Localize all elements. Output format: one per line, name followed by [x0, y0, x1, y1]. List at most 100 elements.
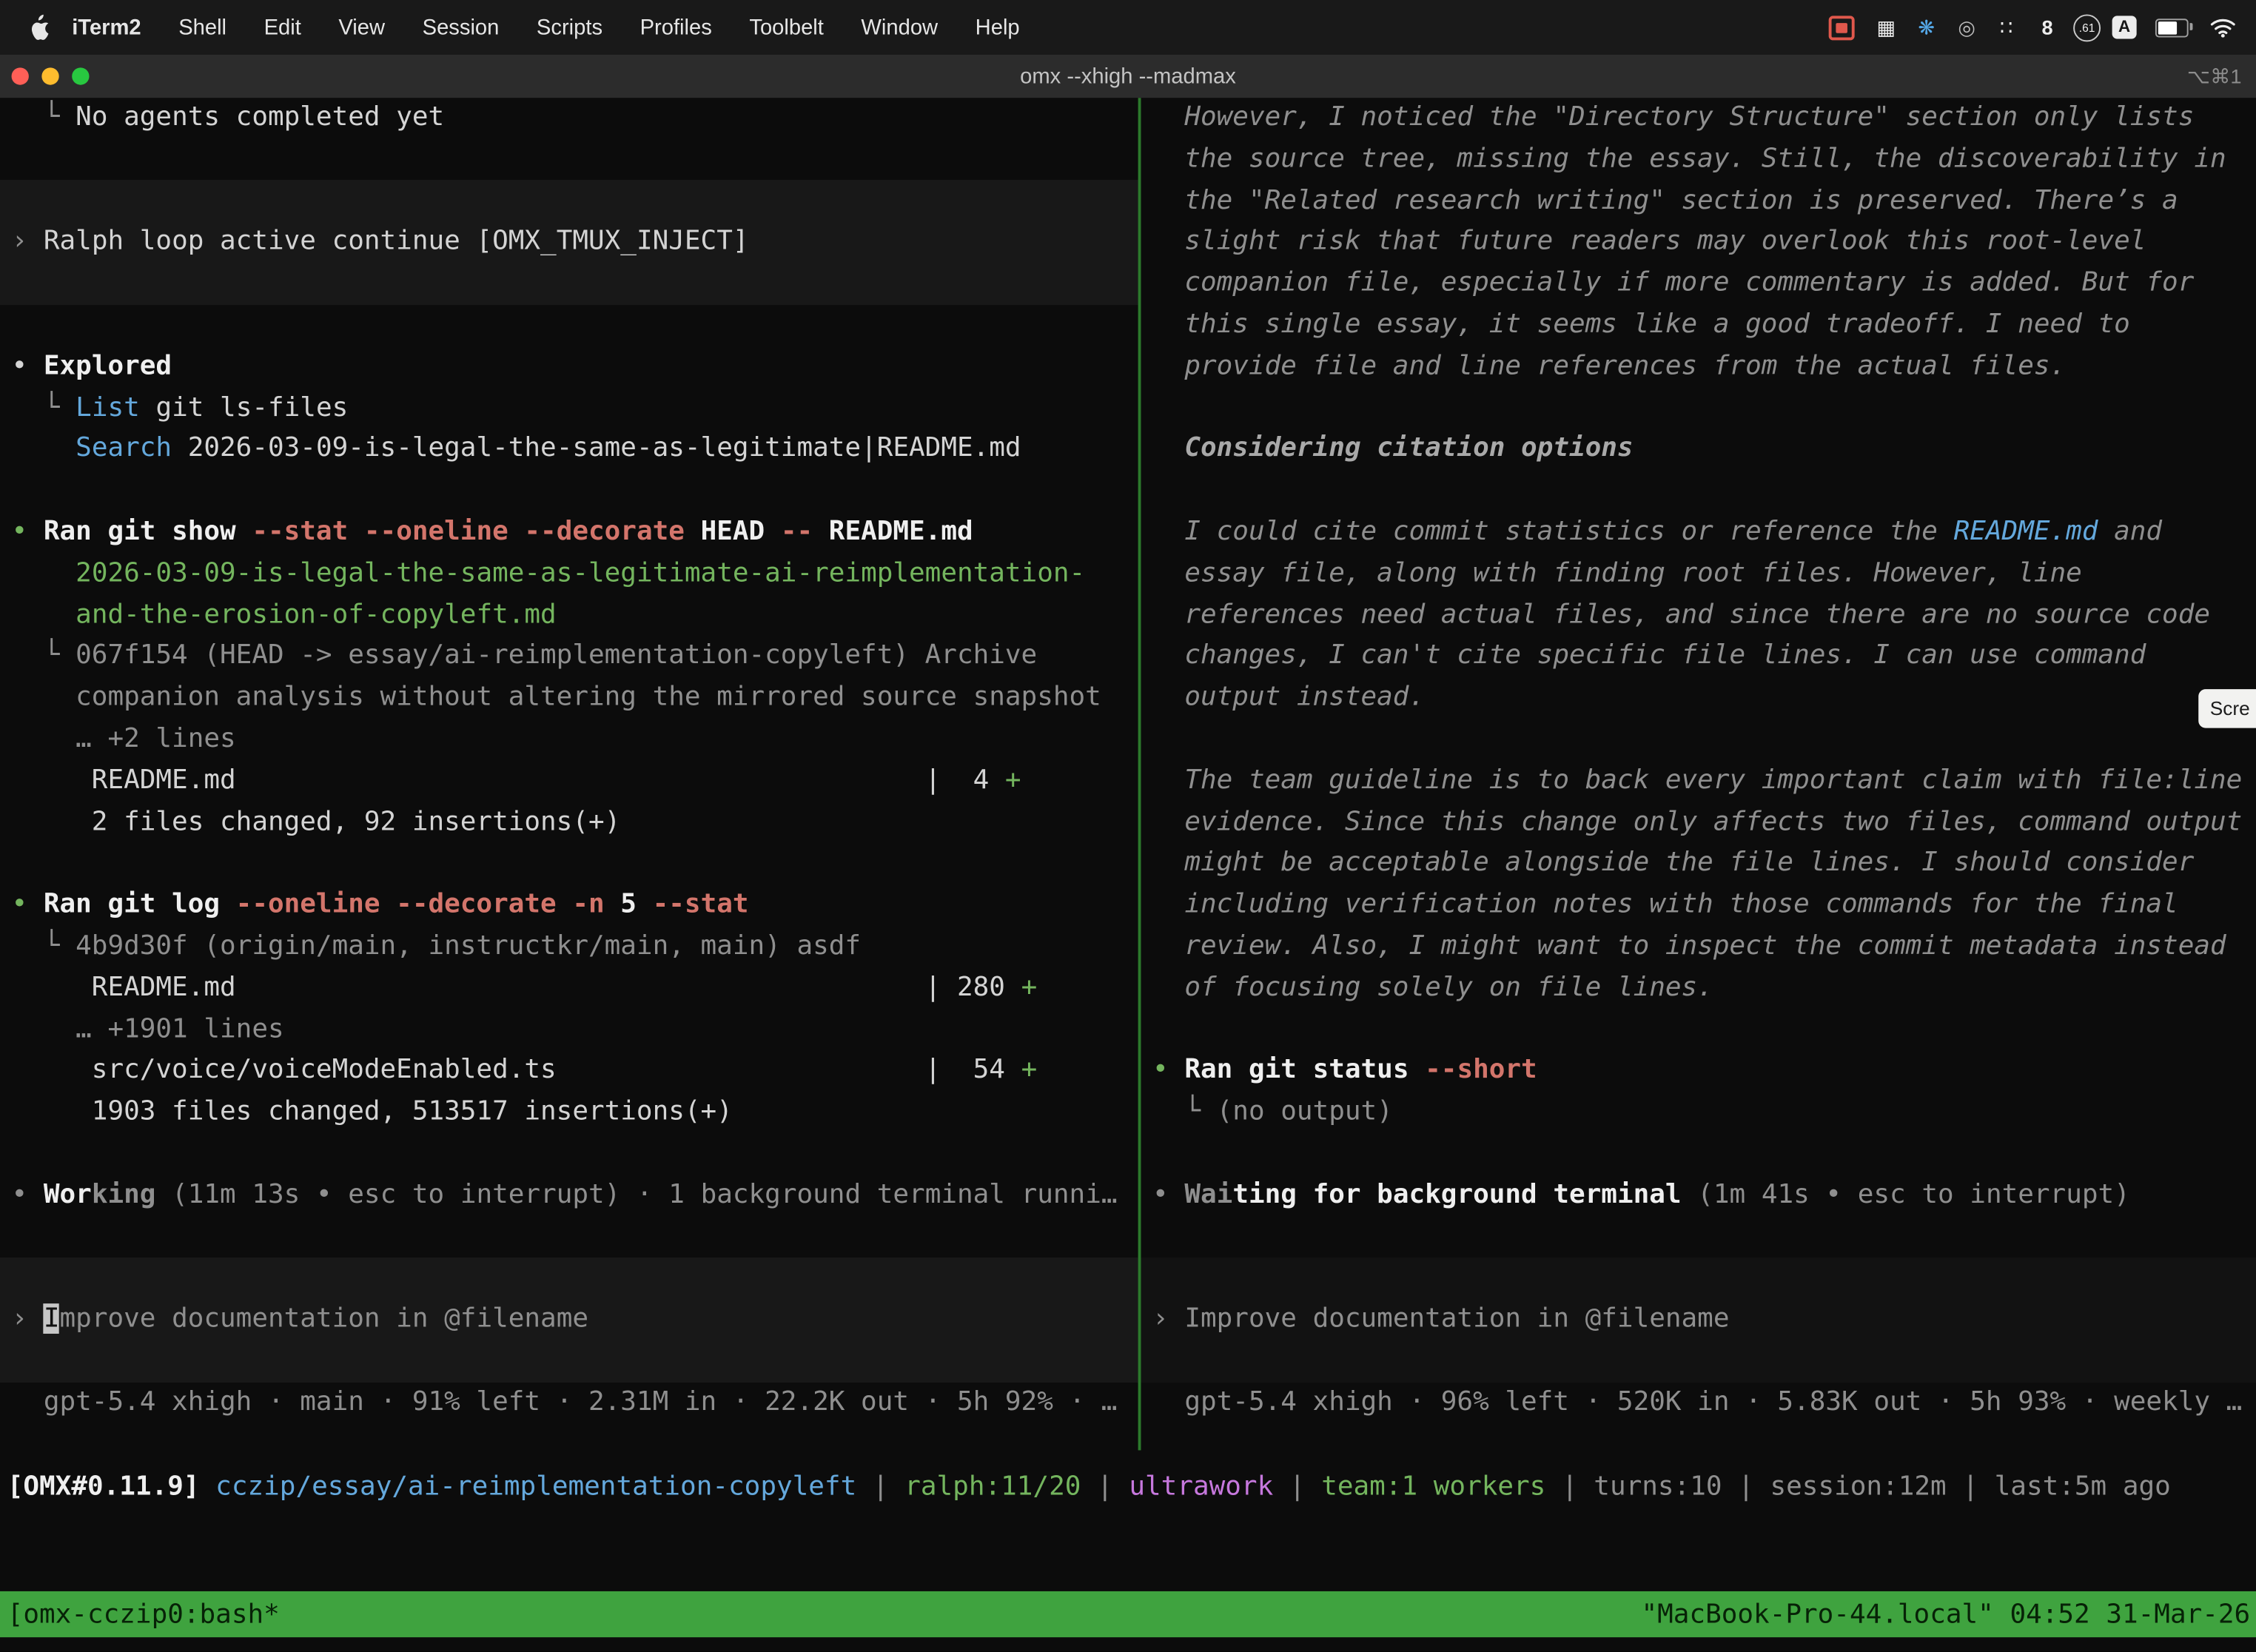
text-segment: Explored: [44, 351, 172, 381]
terminal-line: • Ran git status --short: [1152, 1051, 2256, 1092]
keyboard-layout-icon[interactable]: 8: [2033, 13, 2062, 41]
text-segment: •: [1152, 1179, 1184, 1209]
text-segment: Considering citation options: [1152, 434, 1634, 464]
text-segment: └ 067f154 (HEAD -> essay/ai-reimplementa…: [12, 641, 1038, 671]
app-blue-icon[interactable]: ❋: [1912, 13, 1941, 41]
terminal-line: However, I noticed the "Directory Struct…: [1152, 98, 2256, 139]
text-segment: 2 files changed, 92 insertions(+): [12, 807, 621, 837]
text-segment: The team guideline is to back every impo…: [1152, 765, 2242, 796]
pane-divider[interactable]: [1138, 98, 1141, 1450]
text-segment: ralph:11/20: [904, 1472, 1081, 1502]
text-segment: •: [12, 890, 44, 920]
text-segment: HEAD: [685, 517, 781, 547]
terminal-line: Search 2026-03-09-is-legal-the-same-as-l…: [12, 429, 1138, 471]
menu-item-toolbelt[interactable]: Toolbelt: [731, 15, 842, 39]
terminal-line: this single essay, it seems like a good …: [1152, 305, 2256, 346]
terminal-line: └ List git ls-files: [12, 388, 1138, 429]
text-segment: (1m 41s • esc to interrupt): [1682, 1179, 2130, 1209]
menu-item-iterm2[interactable]: iTerm2: [53, 15, 160, 39]
menu-item-scripts[interactable]: Scripts: [518, 15, 622, 39]
text-segment: └ (no output): [1152, 1096, 1393, 1126]
apple-icon[interactable]: [29, 14, 50, 40]
stat-circle-icon[interactable]: .61: [2073, 13, 2101, 41]
terminal-line: changes, I can't cite specific file line…: [1152, 637, 2256, 678]
text-segment: Ran git show: [44, 517, 252, 547]
terminal-line: [1152, 471, 2256, 512]
menu-item-session[interactable]: Session: [403, 15, 517, 39]
text-segment: 1903 files changed, 513517 insertions(+): [12, 1096, 733, 1126]
menu-item-edit[interactable]: Edit: [245, 15, 320, 39]
text-segment: Wor: [44, 1179, 92, 1209]
input-source-icon[interactable]: A: [2112, 16, 2137, 38]
menu-item-help[interactable]: Help: [956, 15, 1038, 39]
terminal-line: [12, 181, 1138, 222]
pane-right-lines[interactable]: However, I noticed the "Directory Struct…: [1141, 98, 2256, 1423]
text-segment: companion file, especially if more comme…: [1152, 268, 2194, 298]
text-segment: Improve documentation in @filename: [1184, 1303, 1729, 1334]
terminal-line: src/voice/voiceModeEnabled.ts | 54 +: [12, 1051, 1138, 1092]
terminal-line: [12, 471, 1138, 512]
menu-items: iTerm2ShellEditViewSessionScriptsProfile…: [50, 15, 1038, 39]
terminal-line: README.md | 4 +: [12, 761, 1138, 802]
text-segment: 2026-03-09-is-legal-the-same-as-legitima…: [172, 434, 1021, 464]
text-segment: review. Also, I might want to inspect th…: [1152, 931, 2226, 961]
text-segment: --stat --oneline --decorate: [252, 517, 685, 547]
text-segment: ›: [12, 1303, 44, 1334]
text-segment: Ralph loop active continue [OMX_TMUX_INJ…: [44, 226, 749, 257]
menu-item-window[interactable]: Window: [842, 15, 956, 39]
terminal-line: references need actual files, and since …: [1152, 595, 2256, 637]
menu-item-profiles[interactable]: Profiles: [621, 15, 731, 39]
terminal-line: gpt-5.4 xhigh · main · 91% left · 2.31M …: [12, 1382, 1138, 1423]
terminal-line: companion analysis without altering the …: [12, 678, 1138, 719]
text-segment: +: [1021, 1055, 1038, 1086]
terminal-line: [1152, 1134, 2256, 1175]
text-segment: |: [1081, 1472, 1129, 1502]
text-segment: No agents completed yet: [75, 102, 444, 132]
menu-item-view[interactable]: View: [320, 15, 403, 39]
text-segment: ultrawork: [1129, 1472, 1273, 1502]
text-segment: •: [12, 517, 44, 547]
text-segment: src/voice/voiceModeEnabled.ts | 54: [12, 1055, 1021, 1086]
screen: iTerm2ShellEditViewSessionScriptsProfile…: [0, 0, 2256, 1652]
text-segment: README.md | 4: [12, 765, 1005, 796]
text-segment: --oneline --decorate -n: [236, 890, 621, 920]
terminal-line: and-the-erosion-of-copyleft.md: [12, 595, 1138, 637]
pane-left-lines[interactable]: └ No agents completed yet› Ralph loop ac…: [0, 98, 1138, 1423]
app-dark-icon[interactable]: ◎: [1953, 13, 1981, 41]
terminal-line: 2026-03-09-is-legal-the-same-as-legitima…: [12, 554, 1138, 595]
text-segment: --stat: [653, 890, 749, 920]
text-segment: |: [856, 1472, 904, 1502]
terminal-line: └ 067f154 (HEAD -> essay/ai-reimplementa…: [12, 637, 1138, 678]
terminal-line: • Explored: [12, 346, 1138, 388]
text-segment: companion analysis without altering the …: [12, 682, 1101, 713]
menu-item-shell[interactable]: Shell: [160, 15, 245, 39]
tmux-session-label: [omx-cczip0:bash*: [0, 1599, 280, 1630]
text-segment: |: [1947, 1472, 1995, 1502]
text-segment: … +2 lines: [12, 724, 236, 754]
text-segment: •: [1152, 1055, 1184, 1086]
text-segment: I: [44, 1303, 60, 1334]
terminal-line: companion file, especially if more comme…: [1152, 263, 2256, 305]
screen-recording-icon[interactable]: [1829, 15, 1855, 39]
terminal-line: gpt-5.4 xhigh · 96% left · 520K in · 5.8…: [1152, 1382, 2256, 1423]
battery-icon[interactable]: [2155, 18, 2189, 36]
terminal-line: might be acceptable alongside the file l…: [1152, 844, 2256, 885]
window-manager-icon[interactable]: ▦: [1872, 13, 1901, 41]
text-segment: session:12m: [1770, 1472, 1946, 1502]
text-segment: +: [1021, 973, 1038, 1003]
menu-bar: iTerm2ShellEditViewSessionScriptsProfile…: [0, 0, 2256, 55]
text-segment: and: [2098, 517, 2162, 547]
text-segment: git ls-files: [140, 392, 348, 423]
terminal-line: › Improve documentation in @filename: [1152, 1300, 2256, 1341]
dots-grid-icon[interactable]: ∷: [1993, 13, 2021, 41]
wifi-icon[interactable]: [2207, 13, 2239, 41]
text-segment: README.md | 280: [12, 973, 1021, 1003]
terminal-line: • Waiting for background terminal (1m 41…: [1152, 1175, 2256, 1217]
terminal-line: 1903 files changed, 513517 insertions(+): [12, 1092, 1138, 1134]
terminal-line: … +1901 lines: [12, 1010, 1138, 1051]
text-segment: [12, 600, 76, 630]
text-segment: |: [1722, 1472, 1770, 1502]
text-segment: However, I noticed the "Directory Struct…: [1152, 102, 2194, 132]
terminal-line: … +2 lines: [12, 719, 1138, 761]
terminal-line: • Ran git show --stat --oneline --decora…: [12, 512, 1138, 554]
